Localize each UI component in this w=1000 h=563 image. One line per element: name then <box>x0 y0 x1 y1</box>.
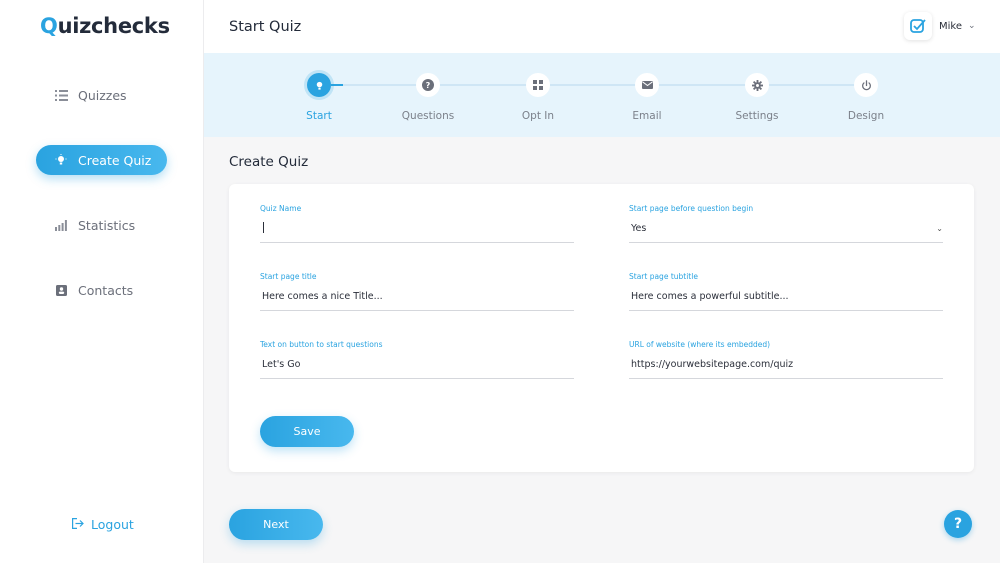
step-label: Design <box>847 110 885 122</box>
quiz-name-input[interactable] <box>260 222 574 243</box>
step-opt-in[interactable]: Opt In <box>493 73 583 122</box>
sidebar-item-quizzes[interactable]: Quizzes <box>36 80 167 110</box>
step-label: Start <box>306 110 332 122</box>
sidebar-item-label: Statistics <box>78 217 136 233</box>
step-label: Opt In <box>521 110 555 122</box>
logout-link[interactable]: Logout <box>72 517 134 532</box>
field-label: Text on button to start questions <box>260 340 383 349</box>
website-url-input[interactable]: https://yourwebsitepage.com/quiz <box>629 358 943 379</box>
sidebar: Quizchecks Quizzes Create Quiz Statistic… <box>0 0 204 563</box>
lightbulb-icon <box>307 73 331 97</box>
section-title: Create Quiz <box>229 154 309 170</box>
bar-chart-icon <box>54 218 68 232</box>
website-url-field: URL of website (where its embedded) http… <box>629 340 943 379</box>
field-label: Start page before question begin <box>629 204 754 213</box>
start-page-title-input[interactable]: Here comes a nice Title... <box>260 290 574 311</box>
start-page-before-select[interactable]: Yes ⌄ <box>629 222 943 243</box>
sidebar-item-label: Create Quiz <box>78 152 152 168</box>
step-label: Settings <box>735 110 779 122</box>
lightbulb-icon <box>54 153 68 167</box>
logout-label: Logout <box>91 517 134 532</box>
question-icon: ? <box>416 73 440 97</box>
step-design[interactable]: Design <box>821 73 911 122</box>
start-page-subtitle-input[interactable]: Here comes a powerful subtitle... <box>629 290 943 311</box>
sidebar-item-label: Quizzes <box>78 87 127 103</box>
grid-icon <box>526 73 550 97</box>
field-label: Start page tubtitle <box>629 272 698 281</box>
start-page-before-field: Start page before question begin Yes ⌄ <box>629 204 943 243</box>
next-button[interactable]: Next <box>229 509 323 540</box>
sidebar-item-create-quiz[interactable]: Create Quiz <box>36 145 167 175</box>
gear-icon <box>745 73 769 97</box>
save-button[interactable]: Save <box>260 416 354 447</box>
sidebar-item-contacts[interactable]: Contacts <box>36 275 167 305</box>
start-page-title-field: Start page title Here comes a nice Title… <box>260 272 574 311</box>
step-label: Questions <box>401 110 455 122</box>
top-header: Start Quiz Mike ⌄ <box>204 0 1000 53</box>
sidebar-item-statistics[interactable]: Statistics <box>36 210 167 240</box>
step-label: Email <box>632 110 662 122</box>
quiz-stepper: Start ? Questions Opt In Email Settings … <box>204 53 1000 137</box>
avatar[interactable] <box>904 12 932 40</box>
text-cursor <box>263 222 264 233</box>
field-label: Start page title <box>260 272 317 281</box>
chevron-down-icon: ⌄ <box>936 224 943 233</box>
create-quiz-card: Quiz Name Start page before question beg… <box>229 184 974 472</box>
button-text-field: Text on button to start questions Let's … <box>260 340 574 379</box>
envelope-icon <box>635 73 659 97</box>
app-logo[interactable]: Quizchecks <box>40 14 170 38</box>
help-button[interactable]: ? <box>944 510 972 538</box>
field-label: Quiz Name <box>260 204 302 213</box>
button-text-input[interactable]: Let's Go <box>260 358 574 379</box>
step-email[interactable]: Email <box>602 73 692 122</box>
user-name[interactable]: Mike <box>939 21 962 32</box>
start-page-subtitle-field: Start page tubtitle Here comes a powerfu… <box>629 272 943 311</box>
logout-icon <box>72 517 84 532</box>
list-icon <box>54 88 68 102</box>
checkbox-logo-icon <box>910 19 926 33</box>
chevron-down-icon[interactable]: ⌄ <box>968 21 976 31</box>
sidebar-item-label: Contacts <box>78 282 134 298</box>
quiz-name-field: Quiz Name <box>260 204 574 243</box>
page-title: Start Quiz <box>229 19 302 35</box>
step-start[interactable]: Start <box>274 73 364 122</box>
step-questions[interactable]: ? Questions <box>383 73 473 122</box>
power-icon <box>854 73 878 97</box>
svg-text:?: ? <box>426 81 431 90</box>
step-settings[interactable]: Settings <box>712 73 802 122</box>
contact-card-icon <box>54 283 68 297</box>
field-label: URL of website (where its embedded) <box>629 340 771 349</box>
